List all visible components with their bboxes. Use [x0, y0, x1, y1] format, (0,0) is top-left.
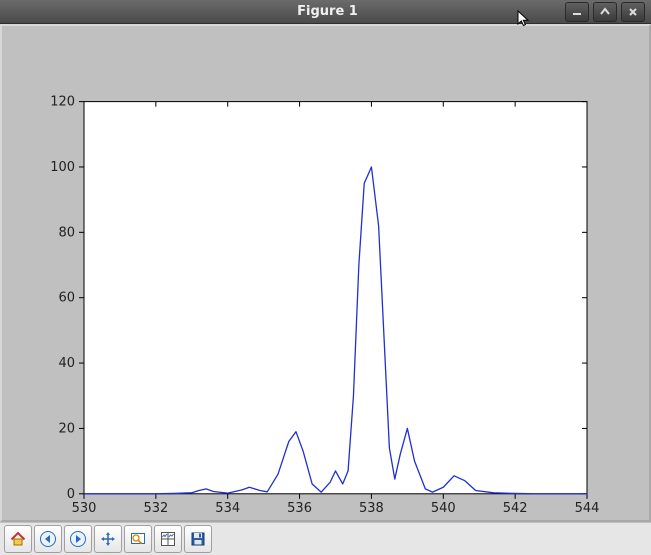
minimize-icon [572, 7, 582, 17]
y-tick-label: 0 [67, 487, 75, 502]
application-window: Figure 1 530 532 534 536 538 540 542 544 0 20 40 60… [0, 0, 651, 555]
minimize-button[interactable] [565, 2, 589, 22]
navigation-toolbar [0, 522, 651, 555]
close-icon [628, 7, 638, 17]
y-tick-label: 80 [58, 225, 75, 240]
x-tick-label: 536 [287, 501, 312, 516]
y-tick-label: 20 [58, 421, 75, 436]
x-tick-label: 544 [575, 501, 600, 516]
y-tick-label: 40 [58, 356, 75, 371]
x-tick-label: 532 [143, 501, 168, 516]
x-tick-label: 530 [72, 501, 97, 516]
arrow-right-icon [69, 530, 87, 548]
maximize-button[interactable] [593, 2, 617, 22]
zoom-rect-icon [129, 530, 147, 548]
x-tick-label: 540 [431, 501, 456, 516]
window-controls [565, 2, 651, 22]
titlebar[interactable]: Figure 1 [0, 0, 651, 24]
close-button[interactable] [621, 2, 645, 22]
save-icon [189, 530, 207, 548]
subplots-icon [159, 530, 177, 548]
home-icon [9, 530, 27, 548]
y-tick-label: 120 [50, 95, 75, 110]
figure-canvas-container: 530 532 534 536 538 540 542 544 0 20 40 60 80 100 120 [0, 24, 651, 522]
pan-button[interactable] [94, 525, 122, 553]
zoom-button[interactable] [124, 525, 152, 553]
arrow-left-icon [39, 530, 57, 548]
y-tick-label: 60 [58, 291, 75, 306]
y-tick-label: 100 [50, 160, 75, 175]
x-tick-label: 542 [503, 501, 528, 516]
home-button[interactable] [4, 525, 32, 553]
forward-button[interactable] [64, 525, 92, 553]
save-button[interactable] [184, 525, 212, 553]
x-tick-label: 534 [215, 501, 240, 516]
maximize-icon [600, 7, 610, 17]
figure-canvas[interactable]: 530 532 534 536 538 540 542 544 0 20 40 60 80 100 120 [2, 26, 649, 520]
subplots-button[interactable] [154, 525, 182, 553]
x-tick-label: 538 [359, 501, 384, 516]
window-title: Figure 1 [0, 4, 565, 19]
back-button[interactable] [34, 525, 62, 553]
plot-area [84, 102, 587, 494]
move-icon [99, 530, 117, 548]
